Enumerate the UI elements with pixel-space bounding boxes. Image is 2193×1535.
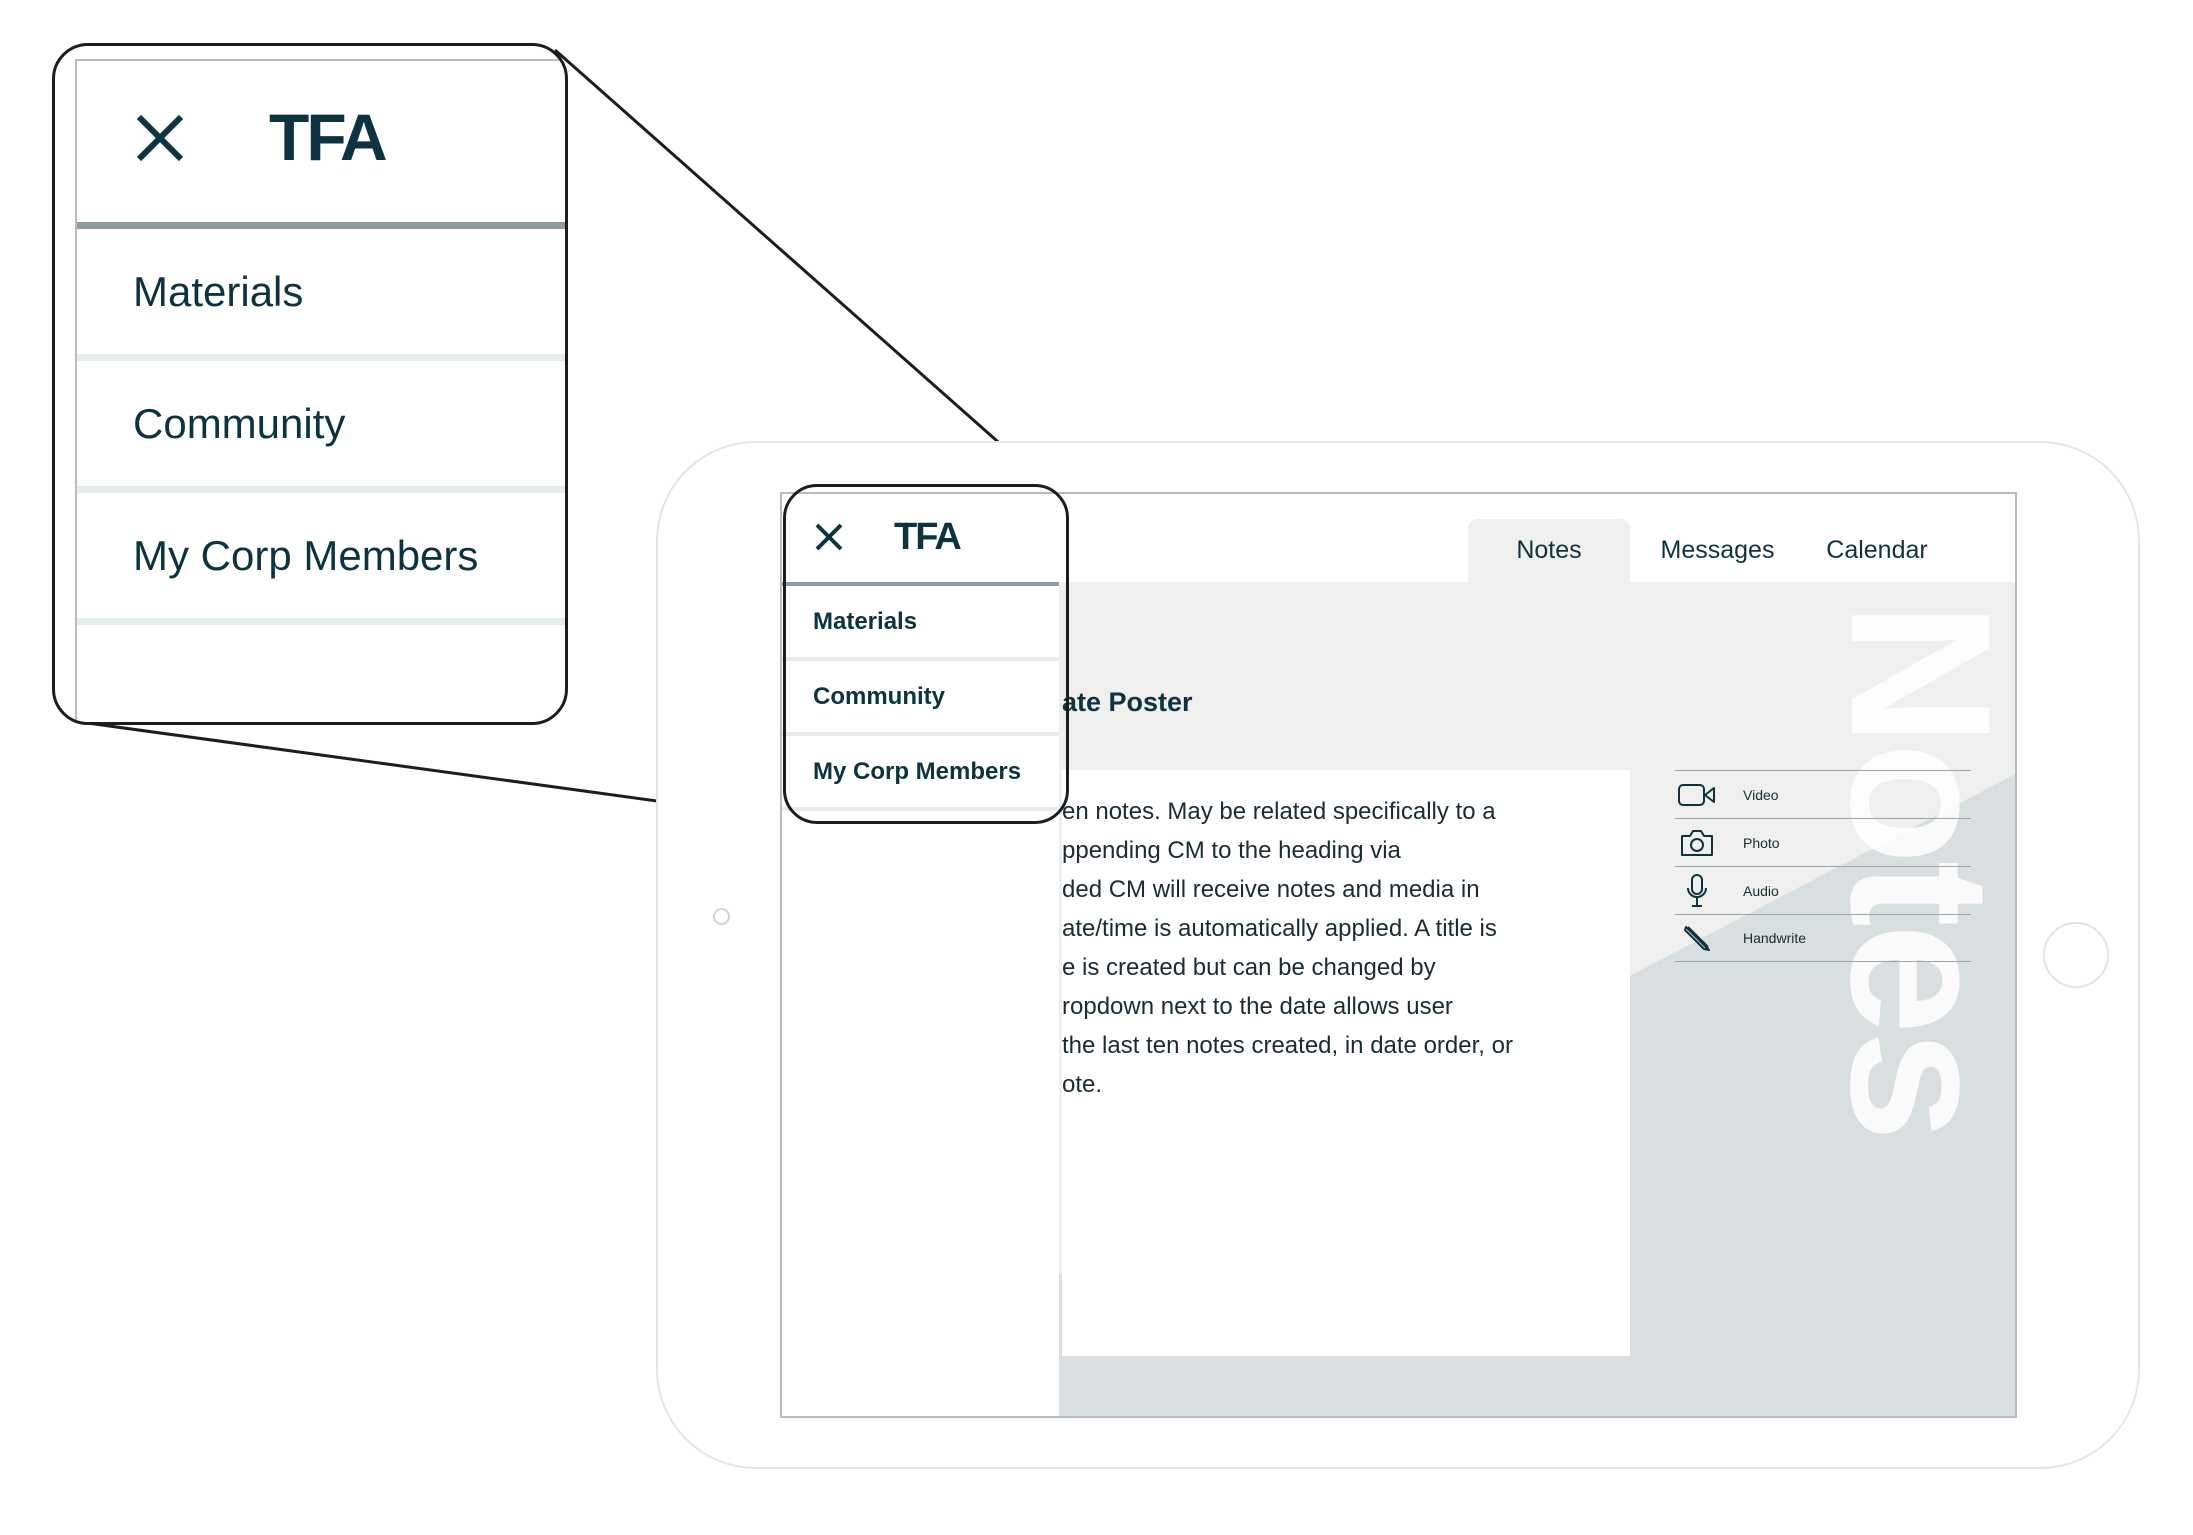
menu-item-materials[interactable]: Materials: [77, 229, 565, 361]
note-text-line: e is created but can be changed by: [1062, 954, 1436, 981]
zoomed-menu-panel: TFA Materials Community My Corp Members: [75, 59, 565, 722]
tfa-logo[interactable]: TFA: [269, 99, 388, 175]
close-icon[interactable]: [135, 113, 185, 167]
camera-icon: [1677, 825, 1717, 861]
zoomed-menu-callout: TFA Materials Community My Corp Members: [52, 43, 568, 725]
menu-highlight-outline: [783, 484, 1069, 824]
front-camera: [713, 908, 730, 925]
media-photo-label: Photo: [1743, 834, 1780, 851]
note-text-line: ded CM will receive notes and media in: [1062, 876, 1480, 903]
media-photo-button[interactable]: Photo: [1675, 818, 1971, 866]
note-text-line: the last ten notes created, in date orde…: [1062, 1032, 1513, 1059]
note-text-line: en notes. May be related specifically to…: [1062, 798, 1496, 825]
note-title: ate Poster: [1062, 687, 1193, 717]
home-button[interactable]: [2043, 922, 2109, 988]
menu-item-my-corp-members[interactable]: My Corp Members: [77, 493, 565, 625]
media-toolbar: Video Photo Audio Handwrite: [1675, 770, 1971, 962]
media-audio-label: Audio: [1743, 882, 1779, 899]
media-video-label: Video: [1743, 786, 1779, 803]
tab-messages[interactable]: Messages: [1640, 519, 1795, 582]
note-text-line: ppending CM to the heading via: [1062, 837, 1401, 864]
note-text-line: ate/time is automatically applied. A tit…: [1062, 915, 1497, 942]
note-text-line: ropdown next to the date allows user: [1062, 993, 1453, 1020]
notes-watermark: Notes: [1822, 582, 2015, 1416]
media-audio-button[interactable]: Audio: [1675, 866, 1971, 914]
note-card[interactable]: en notes. May be related specifically to…: [1062, 770, 1630, 1356]
media-video-button[interactable]: Video: [1675, 770, 1971, 818]
note-text-line: ote.: [1062, 1071, 1103, 1098]
tab-calendar[interactable]: Calendar: [1802, 519, 1952, 582]
media-handwrite-button[interactable]: Handwrite: [1675, 914, 1971, 962]
tab-notes[interactable]: Notes: [1468, 519, 1630, 582]
pencil-icon: [1677, 920, 1717, 956]
zoomed-menu-header: TFA: [77, 61, 565, 229]
menu-item-community[interactable]: Community: [77, 361, 565, 493]
video-camera-icon: [1677, 777, 1717, 813]
media-handwrite-label: Handwrite: [1743, 930, 1807, 946]
microphone-icon: [1677, 873, 1717, 909]
